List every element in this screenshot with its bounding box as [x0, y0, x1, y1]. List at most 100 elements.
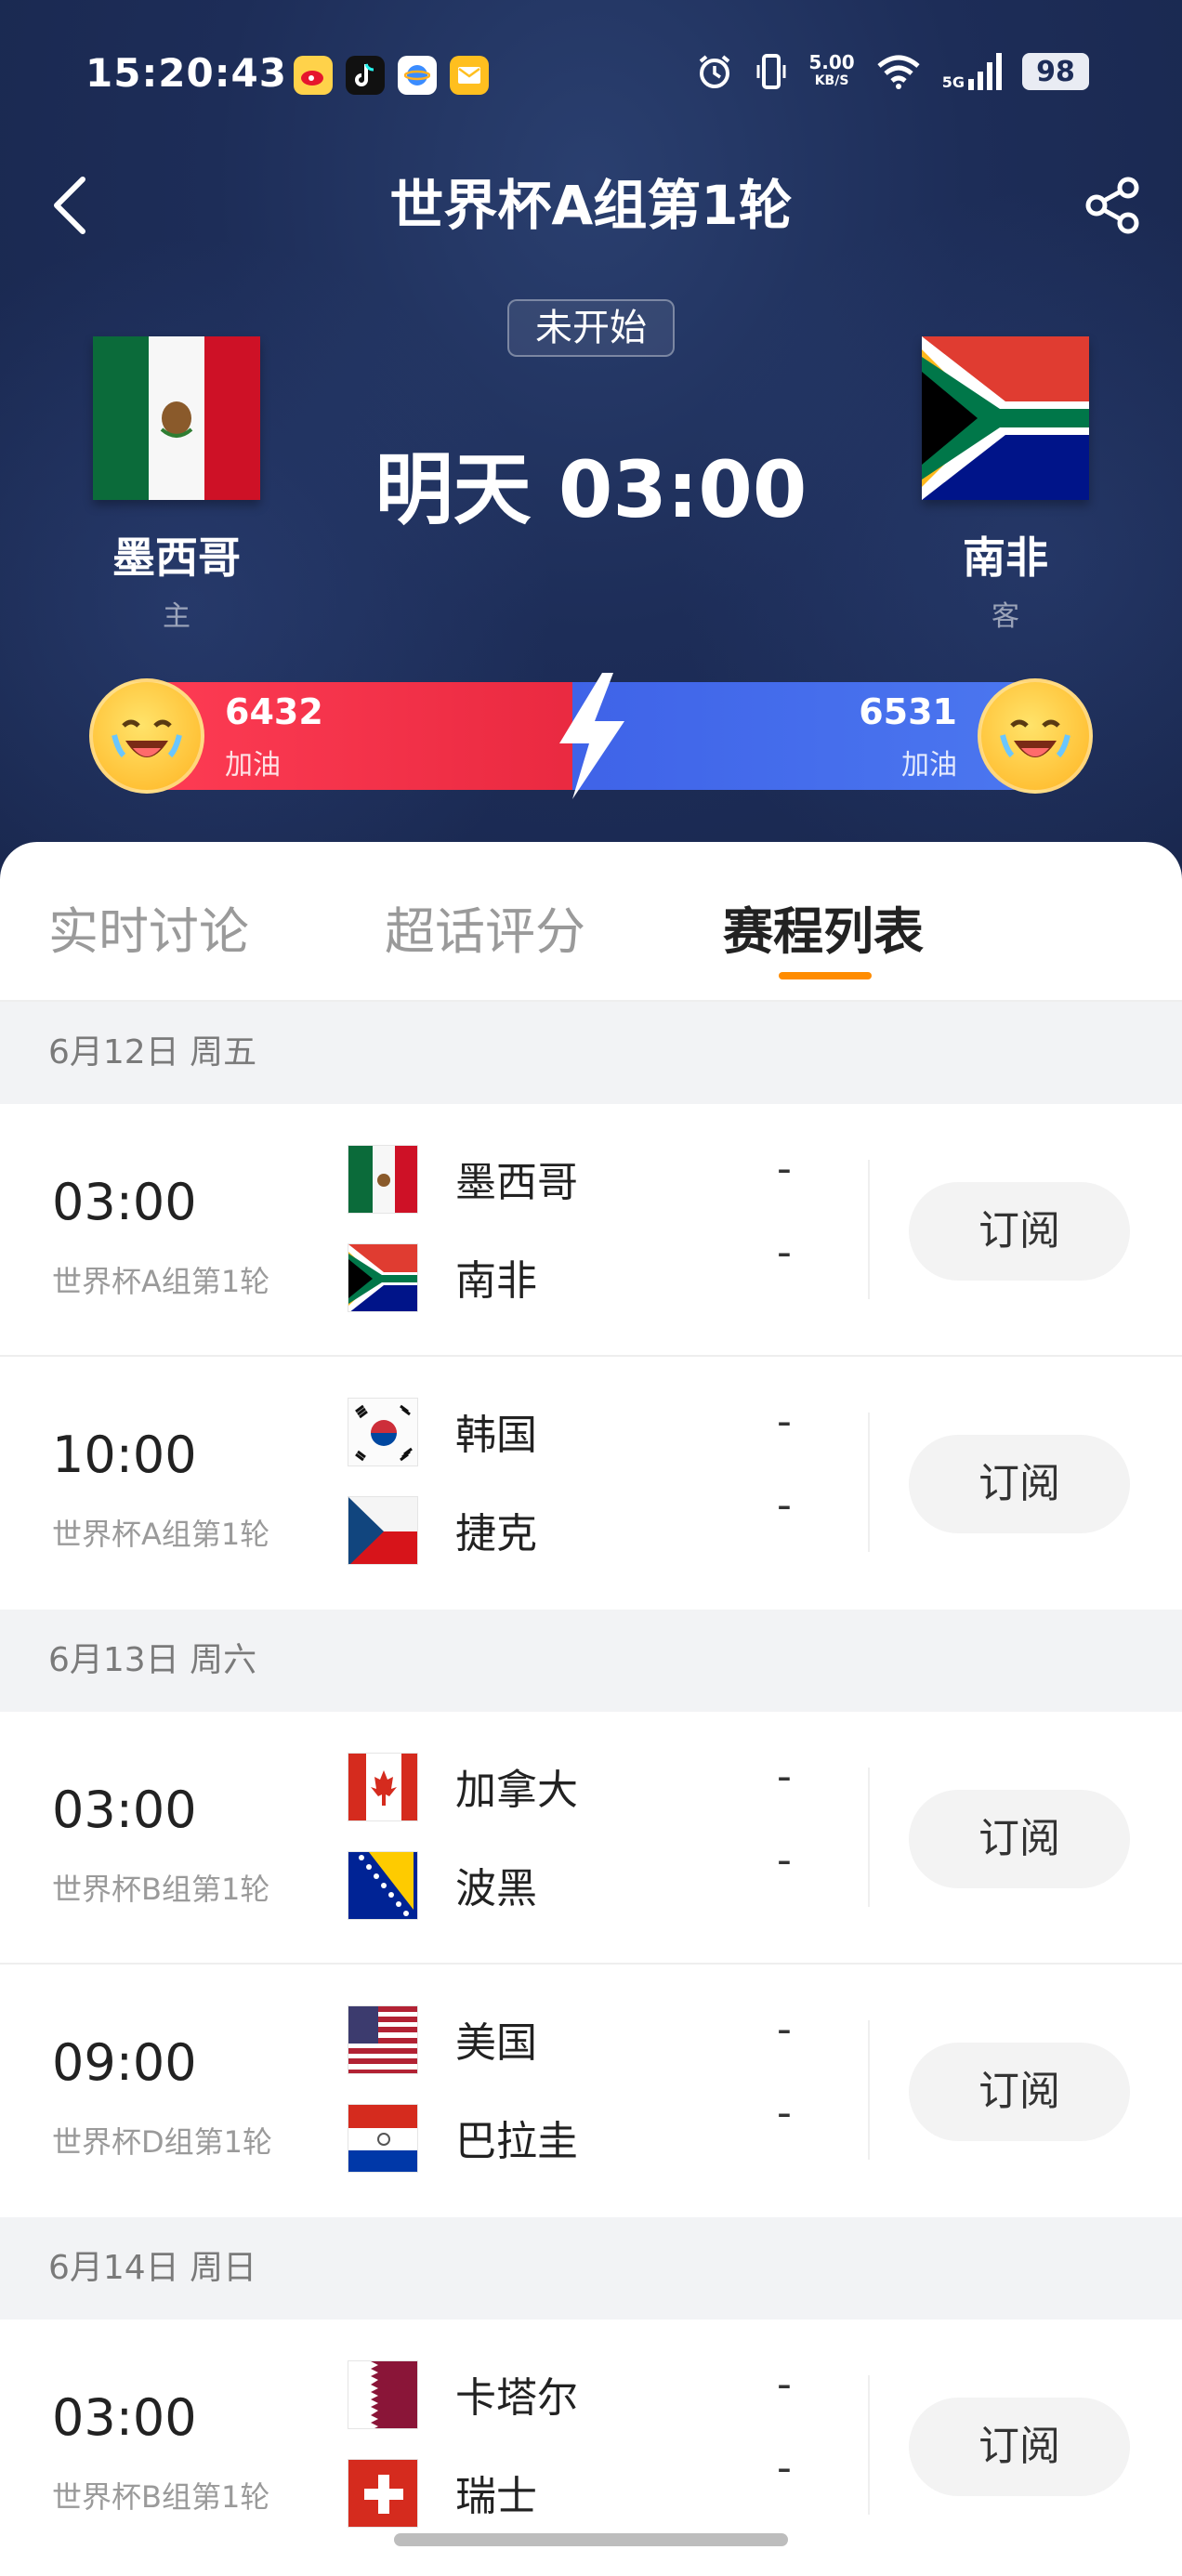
network-type: 5G — [941, 73, 965, 91]
team1-score: - — [777, 1753, 792, 1800]
cellular-signal: 5G — [942, 53, 1002, 90]
team2-score: - — [777, 1229, 792, 1276]
match-time: 03:00 — [52, 1173, 197, 1231]
nav-bar: 世界杯A组第1轮 — [0, 158, 1182, 251]
team2-score: - — [777, 1836, 792, 1884]
team2-name: 瑞士 — [455, 2473, 537, 2520]
tab-schedule-list[interactable]: 赛程列表 — [723, 890, 924, 964]
alarm-icon — [700, 55, 730, 88]
lightning-icon — [559, 673, 624, 799]
match-round: 世界杯B组第1轮 — [52, 1872, 270, 1907]
match-round: 世界杯D组第1轮 — [52, 2124, 273, 2160]
battery-level: 98 — [1036, 55, 1075, 88]
subscribe-button[interactable]: 订阅 — [909, 1790, 1130, 1888]
match-row[interactable]: 03:00 世界杯B组第1轮 加拿大 波黑 - - 订阅 — [0, 1712, 1182, 1965]
match-status-badge: 未开始 — [507, 299, 675, 357]
share-button[interactable] — [1080, 173, 1145, 238]
signal-icon — [968, 53, 1002, 90]
mexico-flag-icon — [348, 1145, 418, 1214]
home-cheer-label: 加油 — [225, 749, 281, 782]
canada-flag-icon — [348, 1753, 418, 1821]
qatar-flag-icon — [348, 2360, 418, 2429]
tab-supertopic-rating[interactable]: 超话评分 — [385, 890, 585, 964]
row-divider — [868, 1768, 870, 1907]
row-divider — [868, 1160, 870, 1299]
browser-icon — [398, 56, 437, 95]
match-row[interactable]: 03:00 世界杯A组第1轮 墨西哥 南非 - - 订阅 — [0, 1104, 1182, 1357]
wifi-icon — [877, 55, 920, 89]
usa-flag-icon — [348, 2005, 418, 2074]
subscribe-button[interactable]: 订阅 — [909, 1435, 1130, 1533]
status-bar: 15:20:43 5.00 KB/S 5G 98 — [0, 0, 1182, 158]
subscribe-button[interactable]: 订阅 — [909, 1182, 1130, 1281]
match-header: 15:20:43 5.00 KB/S 5G 98 世界杯A组第1轮 未开始 明天… — [0, 0, 1182, 892]
team2-name: 波黑 — [455, 1865, 537, 1912]
cheer-bar: 6432 加油 6531 加油 — [89, 673, 1093, 799]
team1-score: - — [777, 2005, 792, 2053]
south-africa-flag-icon — [922, 336, 1089, 500]
team2-name: 南非 — [455, 1257, 537, 1305]
weibo-icon — [294, 56, 333, 95]
team2-name: 捷克 — [455, 1510, 537, 1557]
team1-name: 墨西哥 — [455, 1159, 578, 1206]
home-cheer-button[interactable] — [89, 678, 204, 794]
away-cheer-button[interactable] — [978, 678, 1093, 794]
home-team-name: 墨西哥 — [112, 532, 241, 583]
subscribe-button[interactable]: 订阅 — [909, 2398, 1130, 2496]
away-cheer-label: 加油 — [901, 749, 957, 782]
match-time: 03:00 — [52, 1781, 197, 1839]
team1-name: 加拿大 — [455, 1767, 578, 1814]
south-korea-flag-icon — [348, 1398, 418, 1466]
status-app-icons — [294, 56, 489, 95]
home-team[interactable]: 墨西哥 主 — [74, 336, 279, 634]
team2-score: - — [777, 2444, 792, 2491]
battery-icon: 98 — [1022, 53, 1089, 90]
laughing-face-icon — [112, 719, 182, 758]
match-round: 世界杯A组第1轮 — [52, 1264, 270, 1299]
laughing-face-icon — [1000, 719, 1070, 758]
match-round: 世界杯B组第1轮 — [52, 2479, 270, 2515]
team2-score: - — [777, 1481, 792, 1529]
bosnia-flag-icon — [348, 1851, 418, 1920]
vibrate-icon — [756, 54, 786, 89]
team1-name: 卡塔尔 — [455, 2374, 578, 2422]
row-divider — [868, 2375, 870, 2515]
speed-value: 5.00 — [808, 51, 855, 73]
match-row[interactable]: 10:00 世界杯A组第1轮 韩国 捷克 - - 订阅 — [0, 1357, 1182, 1610]
date-header: 6月12日 周五 — [0, 1002, 1182, 1104]
away-team-role: 客 — [992, 600, 1019, 633]
date-header: 6月13日 周六 — [0, 1610, 1182, 1712]
switzerland-flag-icon — [348, 2459, 418, 2528]
team1-name: 美国 — [455, 2019, 537, 2067]
mail-icon — [450, 56, 489, 95]
home-team-role: 主 — [163, 600, 190, 633]
status-indicators: 5.00 KB/S 5G 98 — [695, 52, 1089, 91]
away-team-name: 南非 — [963, 532, 1048, 583]
subscribe-button[interactable]: 订阅 — [909, 2043, 1130, 2141]
active-tab-indicator — [779, 972, 872, 979]
tab-live-discussion[interactable]: 实时讨论 — [48, 890, 249, 964]
content-panel: 实时讨论 超话评分 赛程列表 6月12日 周五 03:00 世界杯A组第1轮 墨… — [0, 842, 1182, 2576]
row-divider — [868, 1413, 870, 1552]
away-team[interactable]: 南非 客 — [903, 336, 1108, 634]
page-title: 世界杯A组第1轮 — [389, 174, 793, 237]
share-icon — [1085, 177, 1139, 234]
network-speed: 5.00 KB/S — [808, 53, 854, 90]
home-cheer-count: 6432 — [225, 691, 323, 732]
match-row[interactable]: 09:00 世界杯D组第1轮 美国 巴拉圭 - - 订阅 — [0, 1965, 1182, 2217]
home-indicator[interactable] — [394, 2533, 788, 2546]
match-time: 10:00 — [52, 1426, 197, 1484]
match-time: 03:00 — [52, 2388, 197, 2447]
mexico-flag-icon — [93, 336, 260, 500]
speed-unit: KB/S — [814, 73, 849, 88]
date-header: 6月14日 周日 — [0, 2217, 1182, 2320]
tab-bar: 实时讨论 超话评分 赛程列表 — [0, 842, 1182, 1002]
match-round: 世界杯A组第1轮 — [52, 1517, 270, 1552]
status-time: 15:20:43 — [85, 50, 287, 96]
team1-score: - — [777, 1145, 792, 1192]
match-time: 09:00 — [52, 2033, 197, 2092]
away-cheer-count: 6531 — [859, 691, 957, 732]
paraguay-flag-icon — [348, 2104, 418, 2173]
tiktok-icon — [346, 56, 385, 95]
team2-name: 巴拉圭 — [455, 2118, 578, 2165]
